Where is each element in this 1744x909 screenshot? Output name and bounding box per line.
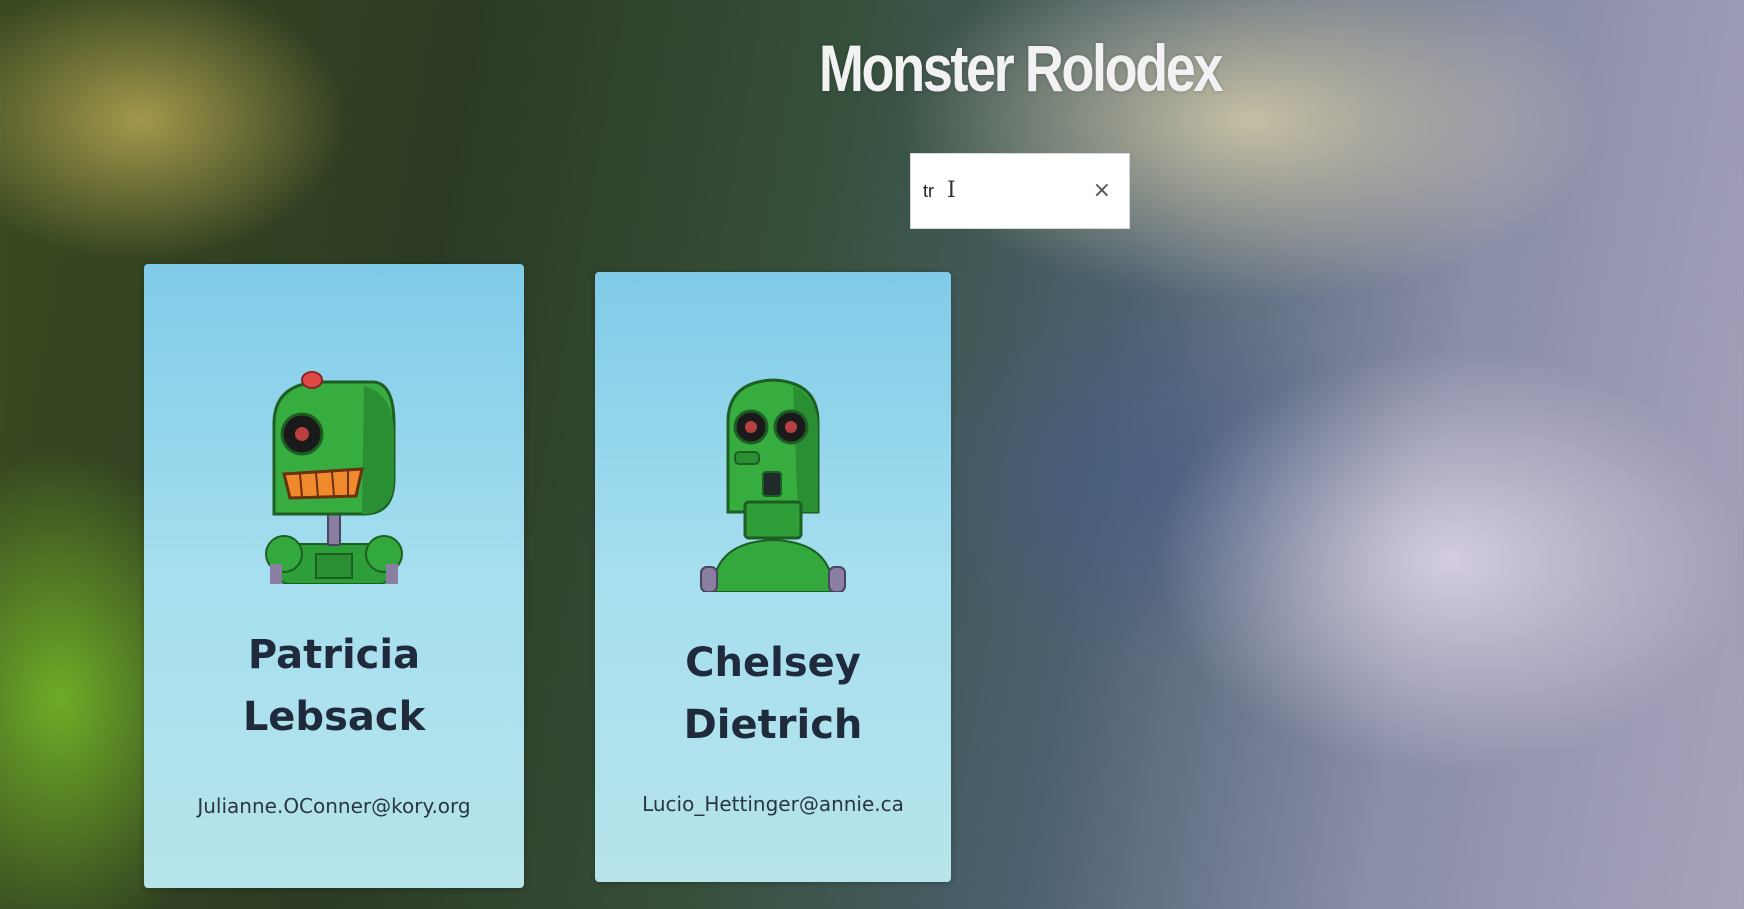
monster-name: Chelsey Dietrich — [683, 640, 863, 748]
monster-name: Patricia Lebsack — [242, 632, 426, 740]
search-box[interactable]: I × — [910, 153, 1130, 229]
monster-card[interactable]: Patricia Lebsack Julianne.OConner@kory.o… — [144, 264, 524, 888]
page-title: Monster Rolodex — [818, 31, 1224, 105]
text-cursor-icon: I — [947, 178, 956, 203]
clear-search-icon[interactable]: × — [1093, 176, 1111, 206]
search-input[interactable] — [923, 176, 1073, 206]
robot-avatar-icon — [700, 378, 846, 592]
monster-email: Lucio_Hettinger@annie.ca — [642, 792, 904, 816]
monster-email: Julianne.OConner@kory.org — [197, 794, 471, 818]
monster-card[interactable]: Chelsey Dietrich Lucio_Hettinger@annie.c… — [595, 272, 951, 882]
robot-avatar-icon — [265, 371, 403, 584]
